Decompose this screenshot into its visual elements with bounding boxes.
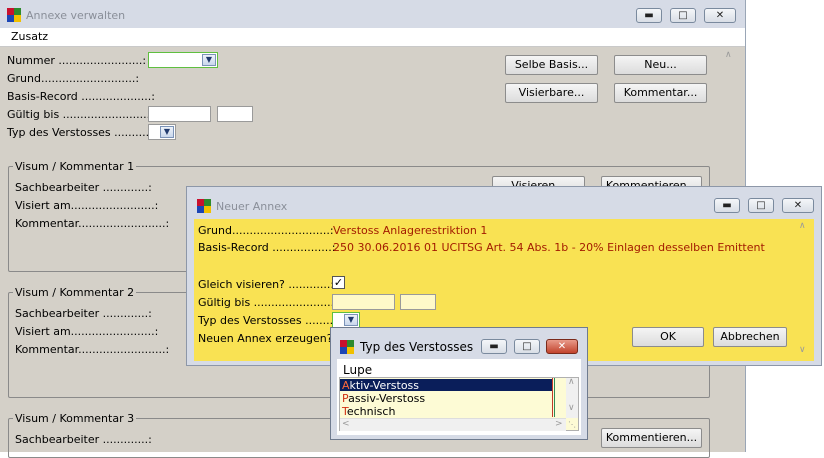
dialog-label-gleich-visieren: Gleich visieren? ............: — [198, 278, 335, 291]
scroll-up-icon[interactable]: ∧ — [725, 50, 732, 60]
menu-item-zusatz[interactable]: Zusatz — [11, 30, 48, 43]
dialog-label-typ: Typ des Verstosses .........: — [198, 314, 341, 327]
label-kommentar-2: Kommentar.........................: — [15, 343, 170, 356]
main-window-title: Annexe verwalten — [26, 9, 126, 22]
minimize-icon[interactable]: ▬ — [636, 8, 662, 23]
visum-group-3-title: Visum / Kommentar 3 — [13, 412, 137, 425]
minimize-icon[interactable]: ▬ — [481, 339, 507, 354]
visum-group-2-title: Visum / Kommentar 2 — [13, 286, 137, 299]
selbe-basis-button[interactable]: Selbe Basis... — [505, 55, 598, 75]
kommentar-button[interactable]: Kommentar... — [614, 83, 707, 103]
visierbare-button[interactable]: Visierbare... — [505, 83, 598, 103]
dialog-gueltig-bis-date-field[interactable] — [332, 294, 395, 310]
ok-button[interactable]: OK — [632, 327, 704, 347]
dialog-label-grund: Grund............................: — [198, 224, 334, 237]
list-divider-green — [554, 378, 555, 417]
app-logo-icon — [197, 199, 211, 213]
list-item-initial: P — [342, 392, 349, 405]
label-grund: Grund...........................: — [7, 72, 140, 85]
list-item-aktiv-verstoss[interactable]: Aktiv-Verstoss — [340, 379, 552, 392]
gueltig-bis-date-field[interactable] — [148, 106, 211, 122]
label-visiert-am-2: Visiert am........................: — [15, 325, 159, 338]
label-sachbearbeiter-3: Sachbearbeiter .............: — [15, 433, 152, 446]
dialog-title: Neuer Annex — [216, 200, 288, 213]
label-sachbearbeiter-2: Sachbearbeiter .............: — [15, 307, 152, 320]
chevron-down-icon[interactable]: ▼ — [160, 126, 174, 138]
typ-combo[interactable]: ▼ — [148, 124, 176, 140]
minimize-icon[interactable]: ▬ — [714, 198, 740, 213]
abbrechen-button[interactable]: Abbrechen — [713, 327, 787, 347]
dialog-value-grund: Verstoss Anlagerestriktion 1 — [333, 224, 488, 237]
scroll-up-icon[interactable]: ∧ — [799, 221, 806, 231]
label-nummer: Nummer ........................: — [7, 54, 147, 67]
label-kommentar-1: Kommentar.........................: — [15, 217, 170, 230]
list-item-text: echnisch — [346, 405, 396, 418]
main-title-bar: Annexe verwalten ▬ □ ✕ — [0, 0, 745, 28]
neu-button[interactable]: Neu... — [614, 55, 707, 75]
app-logo-icon — [7, 8, 21, 22]
list-item-passiv-verstoss[interactable]: Passiv-Verstoss — [340, 392, 552, 405]
close-icon[interactable]: ✕ — [782, 198, 814, 213]
maximize-icon[interactable]: □ — [670, 8, 696, 23]
dialog-label-neuen-annex: Neuen Annex erzeugen? .: — [198, 332, 344, 345]
dialog-label-basis-record: Basis-Record .................: — [198, 241, 336, 254]
list-item-text: ktiv-Verstoss — [349, 379, 420, 392]
dialog-value-basis-record: 250 30.06.2016 01 UCITSG Art. 54 Abs. 1b… — [333, 241, 765, 254]
dialog-gueltig-bis-time-field[interactable] — [400, 294, 436, 310]
popup-horizontal-scrollbar[interactable]: < > — [340, 418, 566, 431]
scroll-up-icon[interactable]: ∧ — [568, 377, 575, 387]
close-icon[interactable]: ✕ — [546, 339, 578, 354]
checkmark-icon: ✓ — [333, 276, 344, 289]
label-typ: Typ des Verstosses ............: — [7, 126, 160, 139]
label-basis-record: Basis-Record ....................: — [7, 90, 155, 103]
kommentieren-button-3[interactable]: Kommentieren... — [601, 428, 702, 448]
list-item-initial: A — [342, 379, 350, 392]
visum-group-1-title: Visum / Kommentar 1 — [13, 160, 137, 173]
maximize-icon[interactable]: □ — [748, 198, 774, 213]
scroll-down-icon[interactable]: ∨ — [799, 345, 806, 355]
menu-bar: Zusatz — [0, 28, 745, 47]
list-item-text: assiv-Verstoss — [348, 392, 426, 405]
scroll-right-icon[interactable]: > — [555, 419, 563, 429]
label-sachbearbeiter-1: Sachbearbeiter .............: — [15, 181, 152, 194]
maximize-icon[interactable]: □ — [514, 339, 540, 354]
gleich-visieren-checkbox[interactable]: ✓ — [332, 276, 345, 289]
dialog-label-gueltig-bis: Gültig bis .......................: — [198, 296, 338, 309]
gueltig-bis-time-field[interactable] — [217, 106, 253, 122]
popup-body: Lupe Aktiv-Verstoss Passiv-Verstoss Tech… — [337, 359, 581, 435]
app-logo-icon — [340, 340, 354, 354]
label-visiert-am-1: Visiert am........................: — [15, 199, 159, 212]
dialog-typ-combo[interactable]: ▼ — [332, 312, 360, 328]
close-icon[interactable]: ✕ — [704, 8, 736, 23]
popup-vertical-scrollbar[interactable]: ∧ ∨ — [566, 377, 578, 418]
list-item-initial: T — [342, 405, 347, 418]
typ-popup-window: Typ des Verstosses ▬ □ ✕ Lupe Aktiv-Vers… — [330, 327, 588, 440]
list-divider-red — [552, 378, 553, 417]
label-gueltig-bis: Gültig bis .........................: — [7, 108, 154, 121]
popup-header: Lupe — [343, 363, 373, 377]
resize-grip-icon[interactable]: ⋱ — [568, 420, 576, 429]
scroll-down-icon[interactable]: ∨ — [568, 403, 575, 413]
chevron-down-icon[interactable]: ▼ — [344, 314, 358, 326]
nummer-combo[interactable]: ▼ — [148, 52, 218, 68]
popup-list: Aktiv-Verstoss Passiv-Verstoss Technisch… — [339, 377, 579, 431]
list-item-technisch[interactable]: Technisch — [340, 405, 552, 418]
scroll-left-icon[interactable]: < — [342, 419, 350, 429]
chevron-down-icon[interactable]: ▼ — [202, 54, 216, 66]
popup-title: Typ des Verstosses — [360, 340, 474, 354]
